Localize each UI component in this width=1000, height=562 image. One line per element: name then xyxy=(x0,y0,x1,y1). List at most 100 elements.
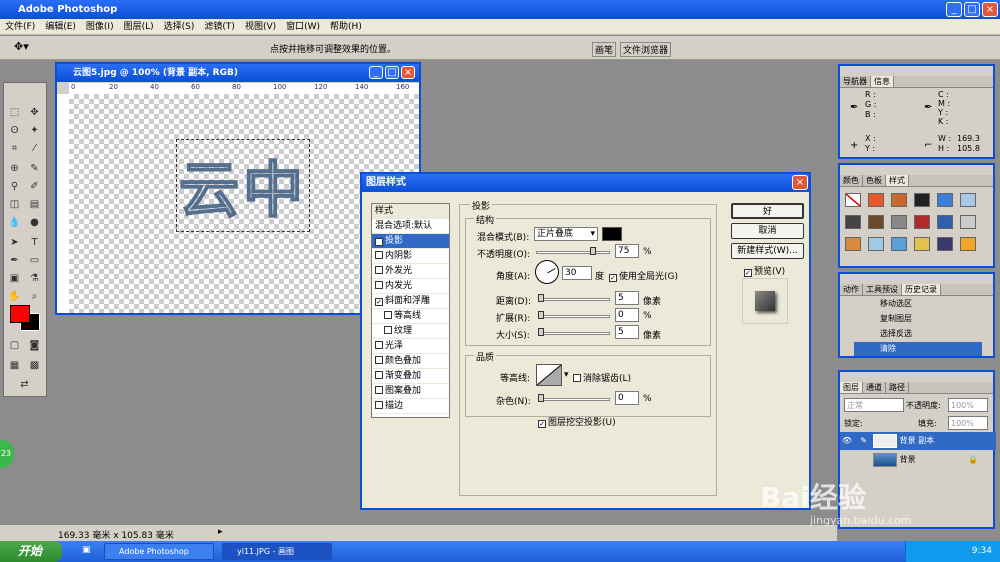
start-button[interactable]: 开始 xyxy=(0,541,62,562)
dialog-close-button[interactable]: × xyxy=(792,175,808,190)
opacity-slider-thumb[interactable] xyxy=(590,247,596,255)
spread-slider[interactable] xyxy=(538,315,610,318)
lasso-tool-icon[interactable]: ʘ xyxy=(6,123,23,138)
tab-channels[interactable]: 通道 xyxy=(863,382,886,393)
style-item[interactable]: 渐变叠加 xyxy=(372,369,449,384)
menu-window[interactable]: 窗口(W) xyxy=(281,19,325,35)
checkbox-checked-icon[interactable]: ✓ xyxy=(375,238,383,246)
checkbox-empty-icon[interactable] xyxy=(375,341,383,349)
tab-navigator[interactable]: 导航器 xyxy=(840,76,871,87)
opacity-slider[interactable] xyxy=(536,251,610,254)
style-swatch[interactable] xyxy=(960,237,976,251)
checkbox-empty-icon[interactable] xyxy=(375,251,383,259)
menu-view[interactable]: 视图(V) xyxy=(240,19,281,35)
style-swatch[interactable] xyxy=(891,237,907,251)
tab-tool-presets[interactable]: 工具预设 xyxy=(863,284,902,295)
size-field[interactable]: 5 xyxy=(615,325,639,339)
style-item[interactable]: ✓ 投影 xyxy=(372,234,449,249)
size-slider[interactable] xyxy=(538,332,610,335)
checkbox-empty-icon[interactable] xyxy=(375,281,383,289)
cancel-button[interactable]: 取消 xyxy=(731,223,804,239)
move-tool-icon[interactable]: ✥ xyxy=(26,105,43,120)
noise-field[interactable]: 0 xyxy=(615,391,639,405)
type-tool-icon[interactable]: T xyxy=(26,235,43,250)
healing-tool-icon[interactable]: ⊕ xyxy=(6,161,23,176)
size-slider-thumb[interactable] xyxy=(538,328,544,336)
tab-brush[interactable]: 画笔 xyxy=(592,42,617,57)
style-swatch[interactable] xyxy=(914,215,930,229)
history-brush-icon[interactable]: ✐ xyxy=(26,179,43,194)
menu-layer[interactable]: 图层(L) xyxy=(119,19,159,35)
style-swatch[interactable] xyxy=(891,193,907,207)
doc-minimize-button[interactable]: _ xyxy=(369,66,383,79)
contour-picker[interactable] xyxy=(536,364,562,386)
tab-layers[interactable]: 图层 xyxy=(840,382,863,393)
noise-slider-thumb[interactable] xyxy=(538,394,544,402)
knockout-checkbox[interactable]: ✓ 图层挖空投影(U) xyxy=(538,415,616,428)
tab-paths[interactable]: 路径 xyxy=(886,382,909,393)
style-item[interactable]: 混合选项:默认 xyxy=(372,219,449,234)
tab-swatches[interactable]: 色板 xyxy=(863,175,886,186)
stamp-tool-icon[interactable]: ⚲ xyxy=(6,179,23,194)
style-item[interactable]: 内阴影 xyxy=(372,249,449,264)
maximize-button[interactable]: □ xyxy=(964,2,980,17)
style-swatch[interactable] xyxy=(960,193,976,207)
style-item[interactable]: 内发光 xyxy=(372,279,449,294)
style-swatch[interactable] xyxy=(845,237,861,251)
chevron-down-icon[interactable]: ▾ xyxy=(564,370,569,380)
style-item[interactable]: ✓ 斜面和浮雕 xyxy=(372,294,449,309)
style-swatch[interactable] xyxy=(868,215,884,229)
tab-color[interactable]: 颜色 xyxy=(840,175,863,186)
style-item[interactable]: 光泽 xyxy=(372,339,449,354)
eye-icon[interactable]: 👁 xyxy=(840,432,854,450)
global-light-checkbox[interactable]: ✓ 使用全局光(G) xyxy=(609,269,678,282)
style-swatch[interactable] xyxy=(868,237,884,251)
checkbox-empty-icon[interactable] xyxy=(375,371,383,379)
chevron-right-icon[interactable]: ▸ xyxy=(218,527,223,537)
style-item[interactable]: 描边 xyxy=(372,399,449,414)
new-style-button[interactable]: 新建样式(W)... xyxy=(731,243,804,259)
checkbox-empty-icon[interactable] xyxy=(375,356,383,364)
zoom-tool-icon[interactable]: ⌕ xyxy=(26,289,43,304)
distance-field[interactable]: 5 xyxy=(615,291,639,305)
pen-tool-icon[interactable]: ✒ xyxy=(6,253,23,268)
magic-wand-icon[interactable]: ✦ xyxy=(26,123,43,138)
layer-opacity-field[interactable]: 100% xyxy=(948,398,988,412)
menu-file[interactable]: 文件(F) xyxy=(0,19,40,35)
history-item-active[interactable]: 清除 xyxy=(854,342,982,356)
taskbar-item-paint[interactable]: yl11.JPG - 画图 xyxy=(222,543,332,560)
layer-mode-select[interactable]: 正常 xyxy=(844,398,904,412)
preview-checkbox[interactable]: ✓ 预览(V) xyxy=(744,264,785,277)
tab-info[interactable]: 信息 xyxy=(871,76,894,87)
style-swatch[interactable] xyxy=(937,193,953,207)
style-item[interactable]: 等高线 xyxy=(372,309,449,324)
distance-slider-thumb[interactable] xyxy=(538,294,544,302)
checkbox-checked-icon[interactable]: ✓ xyxy=(375,298,383,306)
gradient-tool-icon[interactable]: ▤ xyxy=(26,197,43,212)
menu-help[interactable]: 帮助(H) xyxy=(325,19,367,35)
ok-button[interactable]: 好 xyxy=(731,203,804,219)
style-swatch[interactable] xyxy=(960,215,976,229)
distance-slider[interactable] xyxy=(538,298,610,301)
imageready-icon[interactable]: ⇄ xyxy=(16,377,33,392)
shadow-color-swatch[interactable] xyxy=(602,227,622,241)
menu-edit[interactable]: 编辑(E) xyxy=(40,19,81,35)
path-select-icon[interactable]: ➤ xyxy=(6,235,23,250)
menu-image[interactable]: 图像(I) xyxy=(81,19,119,35)
screen-mode-icon[interactable]: ▦ xyxy=(6,358,23,373)
brush-tool-icon[interactable]: ✎ xyxy=(26,161,43,176)
menu-select[interactable]: 选择(S) xyxy=(159,19,200,35)
style-item[interactable]: 图案叠加 xyxy=(372,384,449,399)
taskbar-item-photoshop[interactable]: Adobe Photoshop xyxy=(104,543,214,560)
history-item[interactable]: 复制图层 xyxy=(854,312,982,326)
antialias-checkbox[interactable]: 消除锯齿(L) xyxy=(573,371,631,384)
doc-close-button[interactable]: × xyxy=(401,66,415,79)
doc-maximize-button[interactable]: □ xyxy=(385,66,399,79)
hand-tool-icon[interactable]: ✋ xyxy=(6,289,23,304)
noise-slider[interactable] xyxy=(538,398,610,401)
tab-actions[interactable]: 动作 xyxy=(840,284,863,295)
layer-row-active[interactable]: 👁 ✎ 背景 副本 xyxy=(840,432,996,450)
blend-mode-select[interactable]: 正片叠底 ▾ xyxy=(534,227,598,241)
checkbox-empty-icon[interactable] xyxy=(384,326,392,334)
style-swatch[interactable] xyxy=(845,215,861,229)
